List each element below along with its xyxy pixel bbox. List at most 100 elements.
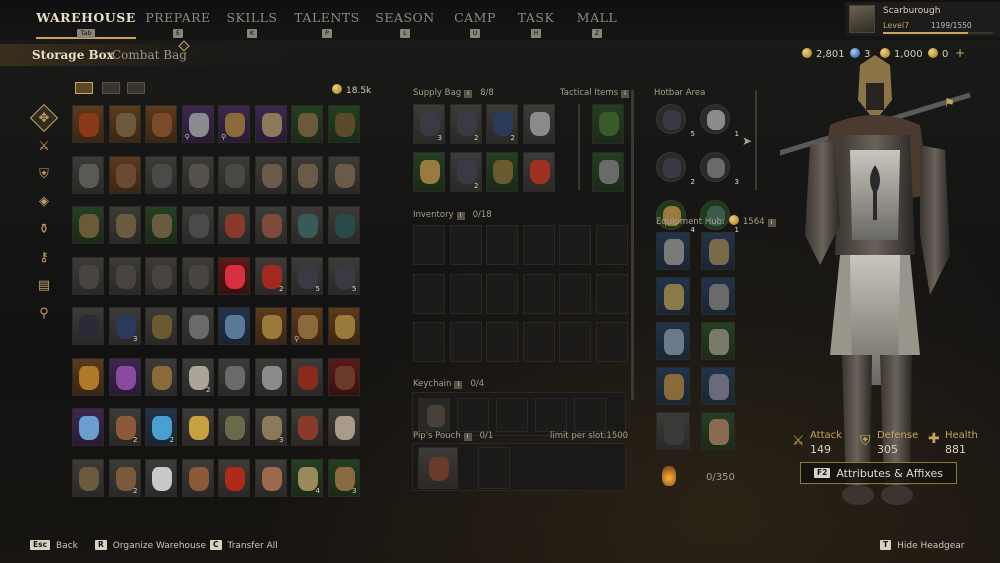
storage-slot[interactable]	[145, 155, 177, 194]
storage-slot[interactable]	[145, 357, 177, 396]
category-accessory-icon[interactable]: ◈	[36, 193, 52, 209]
storage-slot[interactable]	[291, 357, 323, 396]
storage-slot[interactable]	[218, 256, 250, 295]
tab-season[interactable]: SEASON	[375, 10, 434, 25]
keychain-slot[interactable]	[457, 398, 489, 432]
storage-slot[interactable]	[254, 458, 287, 497]
equipment-slot[interactable]	[656, 322, 690, 360]
storage-slot[interactable]: ⚲	[291, 307, 323, 345]
equipment-slot[interactable]	[701, 412, 735, 450]
back-hint[interactable]: Esc Back	[30, 540, 78, 551]
info-icon[interactable]: i	[621, 90, 630, 98]
storage-slot[interactable]	[72, 206, 104, 244]
category-all-icon[interactable]: ✥	[36, 110, 52, 126]
hotbar-arrow-icon[interactable]: ➤	[742, 134, 752, 148]
organize-warehouse-hint[interactable]: R Organize Warehouse	[95, 540, 206, 551]
tab-combat-bag[interactable]: Combat Bag	[112, 48, 187, 62]
filter-box-icon[interactable]	[102, 82, 120, 94]
supply-slot[interactable]	[413, 152, 445, 192]
storage-slot[interactable]: ⚲	[181, 105, 214, 143]
storage-slot[interactable]	[327, 105, 360, 143]
supply-slot[interactable]: 2	[486, 104, 518, 144]
supply-slot[interactable]	[522, 152, 555, 192]
storage-slot[interactable]	[327, 357, 360, 396]
equipment-slot[interactable]	[656, 367, 690, 405]
storage-slot[interactable]	[181, 206, 214, 244]
storage-slot[interactable]	[181, 155, 214, 194]
storage-slot[interactable]	[181, 256, 214, 295]
storage-slot[interactable]	[108, 105, 141, 143]
storage-slot[interactable]: 4	[291, 458, 323, 497]
equipment-slot[interactable]	[656, 277, 690, 315]
storage-slot[interactable]	[145, 256, 177, 295]
equipment-slot[interactable]	[701, 277, 735, 315]
tab-skills[interactable]: SKILLS	[226, 10, 277, 25]
storage-slot[interactable]	[254, 357, 287, 396]
tab-task[interactable]: TASK	[518, 10, 555, 25]
info-icon[interactable]: i	[767, 219, 776, 227]
supply-slot[interactable]	[522, 104, 555, 144]
supply-slot[interactable]: 2	[449, 152, 482, 192]
inventory-slot[interactable]	[595, 322, 628, 362]
filter-chest-icon[interactable]	[75, 82, 93, 94]
storage-slot[interactable]: 2	[254, 256, 287, 295]
inventory-slot[interactable]	[449, 322, 482, 362]
category-pouch-icon[interactable]: ⚲	[36, 305, 52, 321]
storage-slot[interactable]	[181, 458, 214, 497]
inventory-slot[interactable]	[522, 225, 555, 265]
storage-slot[interactable]	[145, 307, 177, 345]
panel-scrollbar[interactable]	[631, 90, 634, 400]
equipment-slot[interactable]	[656, 412, 690, 450]
player-card[interactable]: Scarburough Level7 1199/1550	[845, 2, 1000, 36]
equipment-slot[interactable]	[701, 367, 735, 405]
storage-slot[interactable]	[72, 408, 104, 446]
hotbar-slot[interactable]: 3	[700, 152, 739, 186]
hotbar-slot[interactable]: 1	[700, 104, 739, 138]
transfer-all-hint[interactable]: C Transfer All	[210, 540, 278, 551]
storage-slot[interactable]	[218, 206, 250, 244]
inventory-slot[interactable]	[486, 225, 518, 265]
storage-slot[interactable]	[291, 408, 323, 446]
storage-slot[interactable]: 2	[108, 408, 141, 446]
storage-slot[interactable]	[72, 155, 104, 194]
storage-slot[interactable]	[218, 408, 250, 446]
equipment-slot[interactable]	[701, 232, 735, 270]
storage-slot[interactable]	[108, 155, 141, 194]
tab-mall[interactable]: MALL	[577, 10, 617, 25]
inventory-slot[interactable]	[449, 225, 482, 265]
storage-slot[interactable]	[327, 408, 360, 446]
storage-slot[interactable]: 3	[327, 458, 360, 497]
storage-slot[interactable]	[254, 155, 287, 194]
inventory-slot[interactable]	[595, 273, 628, 314]
storage-slot[interactable]	[108, 256, 141, 295]
storage-slot[interactable]: 2	[181, 357, 214, 396]
storage-slot[interactable]	[108, 357, 141, 396]
category-material-icon[interactable]: ▤	[36, 277, 52, 293]
storage-slot[interactable]	[291, 206, 323, 244]
supply-slot[interactable]	[486, 152, 518, 192]
storage-slot[interactable]	[218, 307, 250, 345]
storage-slot[interactable]: 3	[254, 408, 287, 446]
equipment-slot[interactable]	[701, 322, 735, 360]
storage-slot[interactable]	[72, 105, 104, 143]
storage-slot[interactable]	[291, 105, 323, 143]
storage-slot[interactable]	[145, 458, 177, 497]
storage-slot[interactable]	[72, 357, 104, 396]
headgear-toggle-icon[interactable]: ⚑	[944, 96, 955, 110]
storage-slot[interactable]	[218, 155, 250, 194]
pips-pouch-slot[interactable]	[418, 447, 458, 489]
category-consumable-icon[interactable]: ⚱	[36, 221, 52, 237]
tactical-slot[interactable]	[592, 104, 624, 144]
hotbar-slot[interactable]: 2	[656, 152, 695, 186]
info-icon[interactable]: i	[463, 433, 472, 441]
keychain-slot[interactable]	[418, 398, 450, 432]
inventory-slot[interactable]	[559, 225, 591, 265]
tab-warehouse[interactable]: WAREHOUSE	[36, 10, 136, 25]
tab-storage-box[interactable]: Storage Box	[32, 48, 114, 62]
storage-slot[interactable]: 3	[108, 307, 141, 345]
storage-slot[interactable]	[145, 206, 177, 244]
storage-slot[interactable]	[181, 408, 214, 446]
inventory-slot[interactable]	[559, 273, 591, 314]
hotbar-slot[interactable]: 5	[656, 104, 695, 138]
storage-slot[interactable]	[108, 206, 141, 244]
